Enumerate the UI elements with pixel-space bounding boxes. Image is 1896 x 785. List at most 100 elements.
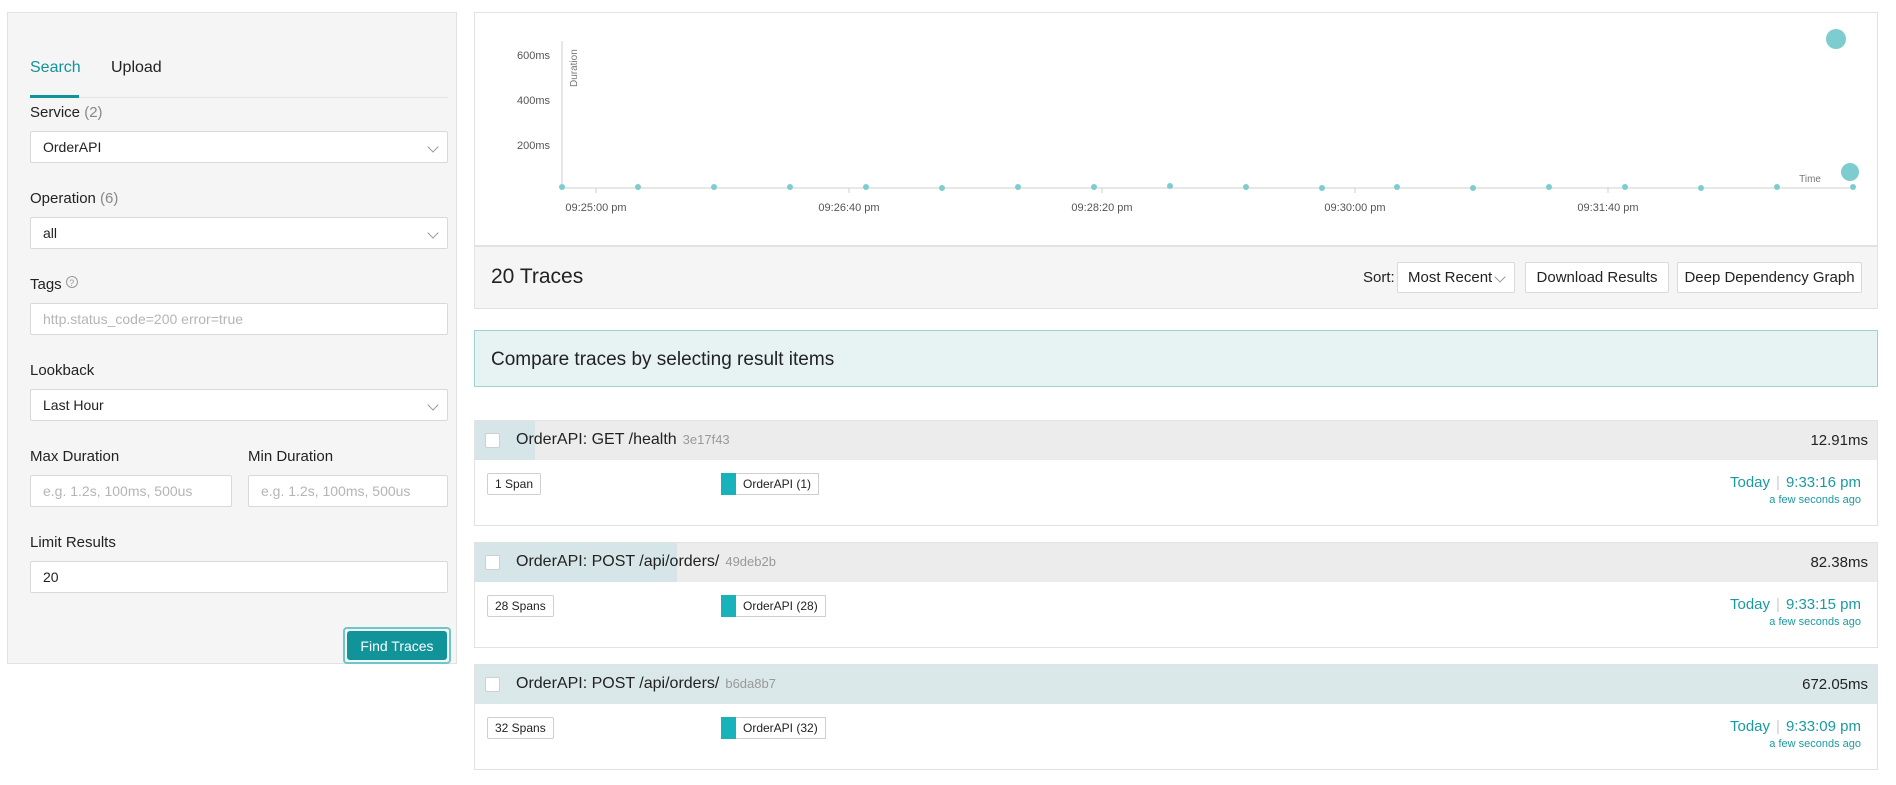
trace-point-medium[interactable] bbox=[1841, 163, 1859, 181]
min-duration-placeholder: e.g. 1.2s, 100ms, 500us bbox=[261, 483, 411, 499]
chevron-down-icon bbox=[427, 141, 439, 153]
trace-start-time: Today | 9:33:16 pm bbox=[1730, 474, 1861, 491]
operation-select[interactable]: all bbox=[30, 217, 448, 249]
trace-name: OrderAPI: GET /health bbox=[516, 431, 677, 448]
trace-relative-time: a few seconds ago bbox=[1769, 616, 1861, 628]
trace-duration: 672.05ms bbox=[1802, 676, 1868, 693]
trace-count-title: 20 Traces bbox=[491, 265, 584, 288]
tab-upload[interactable]: Upload bbox=[111, 59, 162, 77]
limit-results-value: 20 bbox=[43, 569, 59, 585]
trace-day: Today bbox=[1730, 596, 1771, 613]
y-axis-label: Duration bbox=[569, 49, 580, 87]
operation-label-text: Operation bbox=[30, 190, 96, 207]
trace-point[interactable] bbox=[1850, 184, 1856, 190]
service-color-swatch bbox=[721, 473, 736, 495]
trace-point-large[interactable] bbox=[1826, 29, 1846, 49]
trace-point[interactable] bbox=[939, 185, 945, 191]
min-duration-label: Min Duration bbox=[248, 448, 334, 465]
tags-placeholder: http.status_code=200 error=true bbox=[43, 311, 244, 327]
search-panel: Search Upload Service (2) OrderAPI Opera… bbox=[7, 12, 457, 664]
trace-point[interactable] bbox=[559, 184, 565, 190]
x-tick-label: 09:25:00 pm bbox=[565, 202, 626, 214]
trace-id: 49deb2b bbox=[725, 554, 776, 569]
find-traces-focus-ring: Find Traces bbox=[343, 627, 451, 664]
trace-item-header[interactable]: OrderAPI: POST /api/orders/49deb2b 82.38… bbox=[475, 543, 1877, 582]
trace-select-checkbox[interactable] bbox=[485, 555, 500, 570]
trace-title[interactable]: OrderAPI: POST /api/orders/49deb2b bbox=[516, 553, 776, 571]
x-tick-label: 09:30:00 pm bbox=[1324, 202, 1385, 214]
trace-point[interactable] bbox=[1698, 185, 1704, 191]
trace-point[interactable] bbox=[787, 184, 793, 190]
trace-item[interactable]: OrderAPI: POST /api/orders/49deb2b 82.38… bbox=[474, 542, 1878, 648]
x-axis-label: Time bbox=[1799, 174, 1821, 185]
help-icon[interactable]: ? bbox=[65, 276, 78, 288]
trace-time: 9:33:09 pm bbox=[1785, 718, 1861, 735]
max-duration-input[interactable]: e.g. 1.2s, 100ms, 500us bbox=[30, 475, 232, 507]
trace-item-header[interactable]: OrderAPI: GET /health 3e17f43 12.91ms bbox=[475, 421, 1877, 460]
x-tick-label: 09:26:40 pm bbox=[818, 202, 879, 214]
lookback-value: Last Hour bbox=[43, 397, 104, 413]
min-duration-input[interactable]: e.g. 1.2s, 100ms, 500us bbox=[248, 475, 448, 507]
scatter-plot-svg: 600ms 400ms 200ms Duration Time 09:25:00… bbox=[517, 29, 1859, 214]
trace-point[interactable] bbox=[711, 184, 717, 190]
compare-text: Compare traces by selecting result items bbox=[491, 349, 835, 370]
trace-item[interactable]: OrderAPI: GET /health 3e17f43 12.91ms 1 S… bbox=[474, 420, 1878, 526]
active-tab-indicator bbox=[30, 95, 79, 98]
trace-point[interactable] bbox=[1394, 184, 1400, 190]
trace-title[interactable]: OrderAPI: GET /health 3e17f43 bbox=[516, 431, 730, 449]
service-select[interactable]: OrderAPI bbox=[30, 131, 448, 163]
trace-relative-time: a few seconds ago bbox=[1769, 738, 1861, 750]
x-tick-label: 09:31:40 pm bbox=[1577, 202, 1638, 214]
service-value: OrderAPI bbox=[43, 139, 102, 155]
service-tag: OrderAPI (28) bbox=[721, 594, 826, 618]
tab-search[interactable]: Search bbox=[30, 59, 81, 77]
sort-label: Sort: bbox=[1363, 269, 1395, 286]
chevron-down-icon bbox=[1494, 271, 1506, 283]
tags-label: Tags? bbox=[30, 276, 78, 293]
service-color-swatch bbox=[721, 595, 736, 617]
x-tick-label: 09:28:20 pm bbox=[1071, 202, 1132, 214]
trace-point[interactable] bbox=[1319, 185, 1325, 191]
operation-count: (6) bbox=[100, 190, 119, 207]
limit-results-input[interactable]: 20 bbox=[30, 561, 448, 593]
trace-point[interactable] bbox=[1015, 184, 1021, 190]
trace-title[interactable]: OrderAPI: POST /api/orders/b6da8b7 bbox=[516, 675, 776, 693]
trace-id: b6da8b7 bbox=[725, 676, 776, 691]
trace-point[interactable] bbox=[1091, 184, 1097, 190]
find-traces-button[interactable]: Find Traces bbox=[347, 631, 447, 660]
trace-point[interactable] bbox=[1546, 184, 1552, 190]
trace-point[interactable] bbox=[1167, 183, 1173, 189]
lookback-select[interactable]: Last Hour bbox=[30, 389, 448, 421]
trace-duration: 12.91ms bbox=[1810, 432, 1868, 449]
trace-point[interactable] bbox=[1774, 184, 1780, 190]
trace-scatter-plot: 600ms 400ms 200ms Duration Time 09:25:00… bbox=[474, 12, 1878, 246]
sort-value: Most Recent bbox=[1408, 269, 1493, 286]
tags-input[interactable]: http.status_code=200 error=true bbox=[30, 303, 448, 335]
span-count-tag: 32 Spans bbox=[487, 717, 554, 739]
sort-select[interactable]: Most Recent bbox=[1397, 262, 1515, 293]
trace-day: Today bbox=[1730, 718, 1771, 735]
trace-item-header[interactable]: OrderAPI: POST /api/orders/b6da8b7 672.0… bbox=[475, 665, 1877, 704]
operation-value: all bbox=[43, 225, 58, 241]
service-count: (2) bbox=[84, 104, 103, 121]
trace-item[interactable]: OrderAPI: POST /api/orders/b6da8b7 672.0… bbox=[474, 664, 1878, 770]
trace-select-checkbox[interactable] bbox=[485, 433, 500, 448]
service-label-text: Service bbox=[30, 104, 81, 121]
trace-point[interactable] bbox=[635, 184, 641, 190]
trace-point[interactable] bbox=[1243, 184, 1249, 190]
max-duration-placeholder: e.g. 1.2s, 100ms, 500us bbox=[43, 483, 193, 499]
service-tag: OrderAPI (32) bbox=[721, 716, 826, 740]
deep-dependency-graph-button[interactable]: Deep Dependency Graph bbox=[1677, 262, 1862, 293]
service-color-swatch bbox=[721, 717, 736, 739]
trace-point[interactable] bbox=[863, 184, 869, 190]
trace-start-time: Today | 9:33:15 pm bbox=[1730, 596, 1861, 613]
trace-select-checkbox[interactable] bbox=[485, 677, 500, 692]
trace-name: OrderAPI: POST /api/orders/ bbox=[516, 675, 720, 692]
download-results-button[interactable]: Download Results bbox=[1525, 262, 1669, 293]
service-label: Service (2) bbox=[30, 104, 103, 121]
trace-point[interactable] bbox=[1470, 185, 1476, 191]
trace-time: 9:33:16 pm bbox=[1785, 474, 1861, 491]
tags-label-text: Tags bbox=[30, 276, 62, 293]
trace-point[interactable] bbox=[1622, 184, 1628, 190]
limit-results-label: Limit Results bbox=[30, 534, 116, 551]
